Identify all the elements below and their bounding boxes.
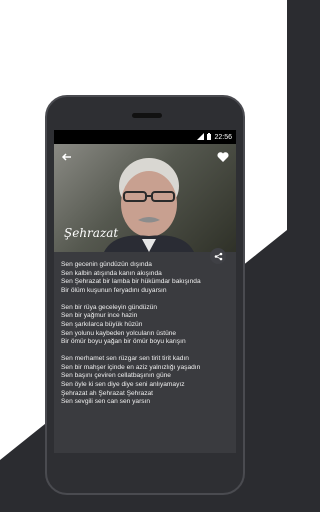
lyric-line: Şehrazat ah Şehrazat Şehrazat	[61, 389, 154, 397]
lyrics-stanza-1: Sen gecenin gündüzün dışında Sen kalbin …	[61, 261, 233, 295]
heart-icon	[217, 152, 229, 162]
lyric-line: Bir ölüm kuşunun feryadını duyarsın	[61, 286, 167, 294]
lyric-line: Sen merhamet sen rüzgar sen tirit tirit …	[61, 355, 189, 363]
lyric-line: Sen bir yağmur ince hazin	[61, 312, 138, 320]
hero-image: Şehrazat	[54, 144, 236, 252]
lyrics-stanza-2: Sen bir rüya geceleyin gündüzün Sen bir …	[61, 304, 233, 347]
lyric-line: Sen Şehrazat bir lamba bir hükümdar bakı…	[61, 278, 201, 286]
lyric-line: Sen başını çeviren cellatbaşının güne	[61, 372, 171, 380]
lyric-line: Sen gecenin gündüzün dışında	[61, 261, 152, 268]
app-screen: 22:56 Şehrazat Sen gecenin gündüzün dışı…	[54, 130, 236, 453]
lyrics-stanza-3: Sen merhamet sen rüzgar sen tirit tirit …	[61, 355, 233, 407]
status-time: 22:56	[214, 134, 232, 141]
hero-script-title: Şehrazat	[64, 226, 119, 240]
lyric-line: Sen yolunu kaybeden yolcuların üstüne	[61, 329, 177, 337]
lyric-line: Sen şarkılarca büyük hüzün	[61, 320, 143, 328]
lyric-line: Sen sevgili sen can sen yarsın	[61, 398, 151, 406]
lyric-line: Bir ömür boyu yağan bir ömür boyu karışı…	[61, 338, 186, 346]
lyric-line: Sen bir rüya geceleyin gündüzün	[61, 303, 158, 311]
battery-icon	[207, 133, 212, 142]
phone-speaker	[132, 113, 162, 118]
favorite-button[interactable]	[216, 150, 230, 164]
lyric-line: Sen öyle ki sen diye diye seni anlıyamay…	[61, 380, 185, 388]
share-icon	[214, 252, 222, 260]
lyrics-text: Sen gecenin gündüzün dışında Sen kalbin …	[61, 261, 233, 415]
headline: Gece modu	[79, 30, 208, 57]
back-button[interactable]	[60, 150, 74, 164]
phone-frame: 22:56 Şehrazat Sen gecenin gündüzün dışı…	[45, 95, 245, 495]
status-bar: 22:56	[54, 130, 236, 144]
lyric-line: Sen kalbin atışında kanın akışında	[61, 269, 162, 277]
signal-icon	[197, 133, 205, 142]
back-arrow-icon	[61, 153, 71, 161]
lyric-line: Sen bir mahşer içinde en aziz yalnızlığı…	[61, 363, 201, 371]
